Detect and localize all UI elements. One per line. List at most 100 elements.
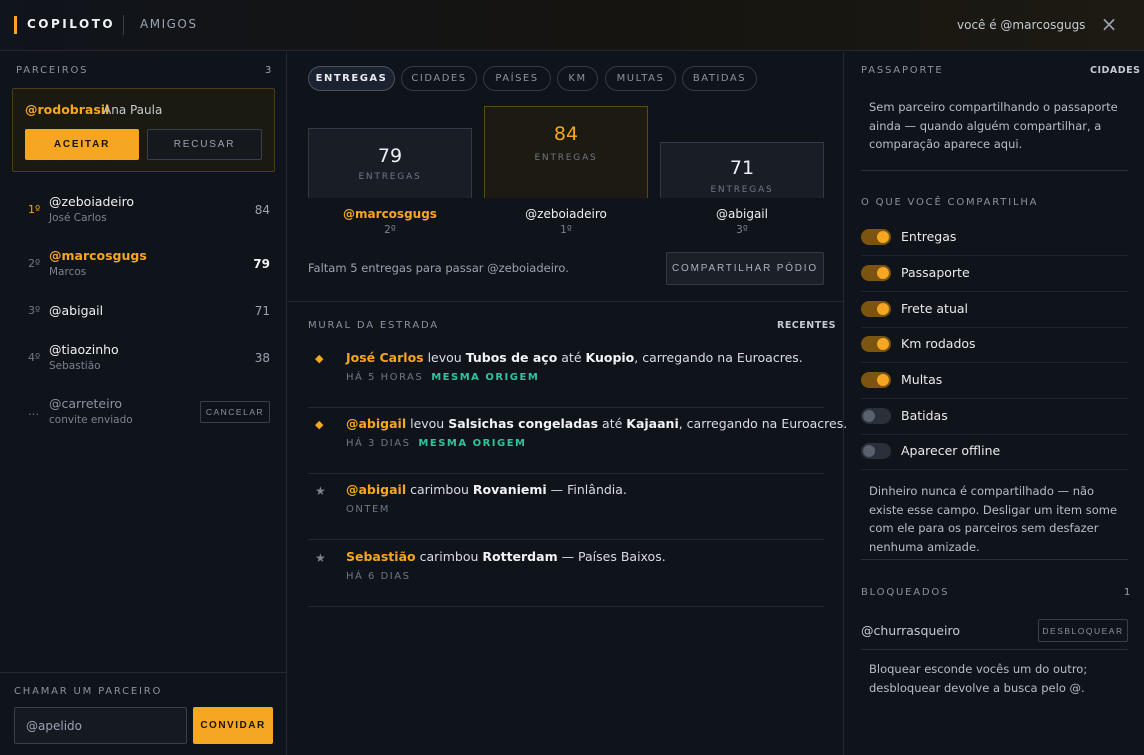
toggle-frete-atual[interactable]: Frete atual — [861, 292, 1128, 328]
feed-text: @abigail carimbou Rovaniemi — Finlândia. — [346, 482, 627, 497]
feed-city: Rotterdam — [482, 549, 558, 564]
brand-accent-bar — [14, 16, 17, 34]
toggle-switch[interactable] — [861, 372, 891, 388]
tab-multas[interactable]: MULTAS — [605, 66, 676, 91]
feed-actor[interactable]: Sebastião — [346, 549, 416, 564]
passport-cities-link[interactable]: CIDADES — [1090, 65, 1140, 76]
page-title: AMIGOS — [140, 17, 198, 31]
toggle-label: Frete atual — [901, 301, 969, 316]
settings-panel: PASSAPORTE CIDADES Sem parceiro comparti… — [845, 52, 1144, 755]
section-divider — [861, 649, 1128, 650]
refuse-button[interactable]: RECUSAR — [147, 129, 262, 160]
invite-name: Ana Paula — [103, 103, 163, 117]
podium-handle: @abigail — [716, 207, 768, 221]
rank-name: Sebastião — [49, 360, 101, 372]
podium-handle: @zeboiadeiro — [525, 207, 607, 221]
ranking-row[interactable]: 1º @zeboiadeiro José Carlos 84 — [0, 194, 287, 242]
toggle-switch[interactable] — [861, 443, 891, 459]
feed-meta: HÁ 3 DIAS MESMA ORIGEM — [346, 438, 527, 449]
partners-count: 3 — [265, 65, 272, 76]
feed-time: HÁ 6 DIAS — [346, 571, 411, 582]
ranking-row[interactable]: 4º @tiaozinho Sebastião 38 — [0, 342, 287, 390]
rank-score: 71 — [254, 304, 270, 318]
feed-item: ◆ @abigail levou Salsichas congeladas at… — [308, 408, 847, 474]
toggle-switch[interactable] — [861, 265, 891, 281]
rank-handle: @zeboiadeiro — [49, 194, 135, 209]
podium-place: 2º — [384, 224, 396, 236]
diamond-icon: ◆ — [315, 418, 324, 431]
toggle-entregas[interactable]: Entregas — [861, 220, 1128, 256]
feed-meta: HÁ 5 HORAS MESMA ORIGEM — [346, 372, 539, 383]
toggle-switch[interactable] — [861, 229, 891, 245]
rank-score: 84 — [254, 203, 270, 217]
feed-tag: MESMA ORIGEM — [431, 372, 540, 383]
toggle-batidas[interactable]: Batidas — [861, 399, 1128, 435]
pending-status: convite enviado — [49, 414, 133, 426]
sharing-note: Dinheiro nunca é compartilhado — não exi… — [869, 484, 1118, 554]
feed-time: HÁ 5 HORAS — [346, 372, 424, 383]
accept-button[interactable]: ACEITAR — [25, 129, 139, 160]
share-podium-button[interactable]: COMPARTILHAR PÓDIO — [666, 252, 824, 285]
feed-time: HÁ 3 DIAS — [346, 438, 411, 449]
toggle-label: Aparecer offline — [901, 443, 1001, 458]
cancel-invite-button[interactable]: CANCELAR — [200, 401, 270, 423]
feed-actor[interactable]: José Carlos — [346, 350, 424, 365]
nickname-input[interactable] — [14, 707, 187, 744]
feed-meta: ONTEM — [346, 504, 390, 515]
feed-actor[interactable]: @abigail — [346, 416, 406, 431]
podium-block-second: 79 ENTREGAS — [308, 128, 472, 198]
feed-meta: HÁ 6 DIAS — [346, 571, 410, 582]
tab-paises[interactable]: PAÍSES — [483, 66, 551, 91]
tab-km[interactable]: KM — [557, 66, 598, 91]
podium-score: 84 — [553, 123, 579, 145]
invite-button[interactable]: CONVIDAR — [193, 707, 273, 744]
feed-actor[interactable]: @abigail — [346, 482, 406, 497]
toggle-km-rodados[interactable]: Km rodados — [861, 327, 1128, 363]
section-divider — [861, 170, 1128, 171]
rank-position: 4º — [28, 351, 41, 364]
passport-label: PASSAPORTE — [861, 65, 944, 76]
blocked-note: Bloquear esconde vocês um do outro; desb… — [869, 662, 1088, 695]
toggle-aparecer-offline[interactable]: Aparecer offline — [861, 434, 1128, 470]
podium-block-third: 71 ENTREGAS — [660, 142, 824, 198]
current-user-label: você é @marcosgugs — [957, 18, 1086, 32]
podium-score: 71 — [729, 157, 755, 179]
podium-score: 79 — [377, 145, 403, 167]
feed-place: Kuopio — [585, 350, 635, 365]
toggle-switch[interactable] — [861, 336, 891, 352]
ranking-row[interactable]: 2º @marcosgugs Marcos 79 — [0, 248, 287, 296]
section-divider — [288, 301, 844, 302]
toggle-passaporte[interactable]: Passaporte — [861, 256, 1128, 292]
toggle-label: Batidas — [901, 408, 948, 423]
blocked-handle: @churrasqueiro — [861, 623, 960, 638]
rank-position: 1º — [28, 203, 41, 216]
close-icon[interactable]: × — [1098, 14, 1120, 36]
pending-handle: @carreteiro — [49, 396, 123, 411]
unblock-button[interactable]: DESBLOQUEAR — [1038, 619, 1128, 642]
toggle-switch[interactable] — [861, 301, 891, 317]
rank-score: 38 — [254, 351, 270, 365]
partners-label: PARCEIROS — [16, 65, 89, 76]
podium-place: 3º — [736, 224, 748, 236]
invite-handle[interactable]: @rodobrasil — [25, 102, 109, 117]
toggle-multas[interactable]: Multas — [861, 363, 1128, 399]
podium-handle: @marcosgugs — [343, 207, 437, 221]
feed-item: ★ @abigail carimbou Rovaniemi — Finlândi… — [308, 474, 824, 540]
feed-sort-link[interactable]: RECENTES — [777, 320, 836, 331]
tab-batidas[interactable]: BATIDAS — [682, 66, 757, 91]
incoming-invite-card: @rodobrasil Ana Paula ACEITAR RECUSAR — [12, 88, 275, 172]
rank-position: … — [28, 405, 39, 418]
podium-metric: ENTREGAS — [534, 153, 598, 163]
feed-text: Sebastião carimbou Rotterdam — Países Ba… — [346, 549, 666, 564]
blocked-label: BLOQUEADOS — [861, 587, 950, 598]
rank-position: 2º — [28, 257, 41, 270]
tab-entregas[interactable]: ENTREGAS — [308, 66, 395, 91]
sharing-label: O QUE VOCÊ COMPARTILHA — [861, 197, 1039, 208]
feed-cargo: Salsichas congeladas — [448, 416, 599, 431]
podium-block-first: 84 ENTREGAS — [484, 106, 648, 198]
tab-cidades[interactable]: CIDADES — [401, 66, 477, 91]
feed-time: ONTEM — [346, 504, 390, 515]
toggle-switch[interactable] — [861, 408, 891, 424]
podium-place: 1º — [560, 224, 572, 236]
feed-label: MURAL DA ESTRADA — [308, 320, 439, 331]
